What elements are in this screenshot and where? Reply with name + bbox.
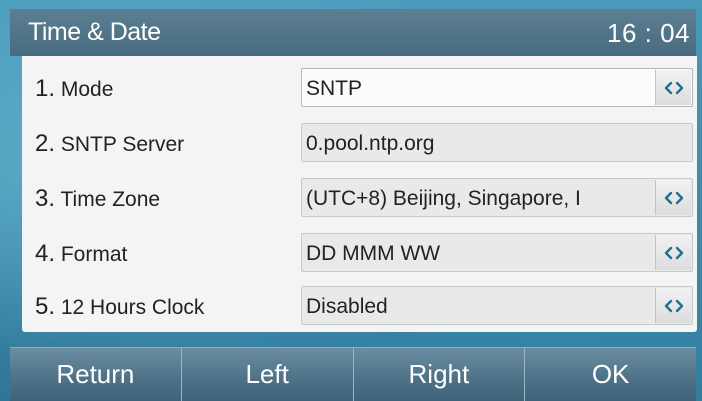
mode-switch-button[interactable] <box>655 70 691 105</box>
phone-screen: Time & Date 16 : 04 1. Mode SNTP 2. SNTP… <box>0 0 702 401</box>
return-softkey[interactable]: Return <box>10 347 181 401</box>
setting-label: 5. 12 Hours Clock <box>35 293 205 320</box>
title-bar: Time & Date 16 : 04 <box>10 9 696 56</box>
setting-label: 4. Format <box>35 240 128 267</box>
format-value: DD MMM WW <box>306 242 441 265</box>
left-right-arrows-icon <box>664 191 683 204</box>
left-right-arrows-icon <box>664 299 683 312</box>
settings-list: 1. Mode SNTP 2. SNTP Server 0.pool.ntp.o… <box>22 56 697 332</box>
time-zone-select[interactable]: (UTC+8) Beijing, Singapore, I <box>301 178 693 217</box>
setting-label: 3. Time Zone <box>35 185 161 212</box>
setting-row-mode[interactable]: 1. Mode SNTP <box>22 60 697 115</box>
12-hours-clock-select[interactable]: Disabled <box>301 286 693 325</box>
12-hours-clock-value: Disabled <box>306 295 388 318</box>
setting-row-12-hours-clock[interactable]: 5. 12 Hours Clock Disabled <box>22 278 697 333</box>
softkey-bar: Return Left Right OK <box>10 347 696 401</box>
format-select[interactable]: DD MMM WW <box>301 233 693 272</box>
left-right-arrows-icon <box>664 81 683 94</box>
page-title: Time & Date <box>28 18 161 46</box>
left-right-arrows-icon <box>664 246 683 259</box>
setting-label: 2. SNTP Server <box>35 130 185 157</box>
mode-value: SNTP <box>306 77 363 100</box>
mode-select[interactable]: SNTP <box>301 68 693 107</box>
setting-row-time-zone[interactable]: 3. Time Zone (UTC+8) Beijing, Singapore,… <box>22 170 697 225</box>
right-softkey[interactable]: Right <box>352 347 525 401</box>
sntp-server-input[interactable]: 0.pool.ntp.org <box>301 123 693 162</box>
status-clock: 16 : 04 <box>606 18 690 48</box>
setting-row-format[interactable]: 4. Format DD MMM WW <box>22 225 697 280</box>
left-softkey[interactable]: Left <box>180 347 353 401</box>
ok-softkey[interactable]: OK <box>524 347 696 401</box>
12-hours-clock-switch-button[interactable] <box>655 288 691 323</box>
time-zone-switch-button[interactable] <box>655 180 691 215</box>
setting-row-sntp-server[interactable]: 2. SNTP Server 0.pool.ntp.org <box>22 115 697 170</box>
setting-label: 1. Mode <box>35 75 114 102</box>
sntp-server-value: 0.pool.ntp.org <box>306 132 435 155</box>
time-zone-value: (UTC+8) Beijing, Singapore, I <box>306 187 581 210</box>
format-switch-button[interactable] <box>655 235 691 270</box>
